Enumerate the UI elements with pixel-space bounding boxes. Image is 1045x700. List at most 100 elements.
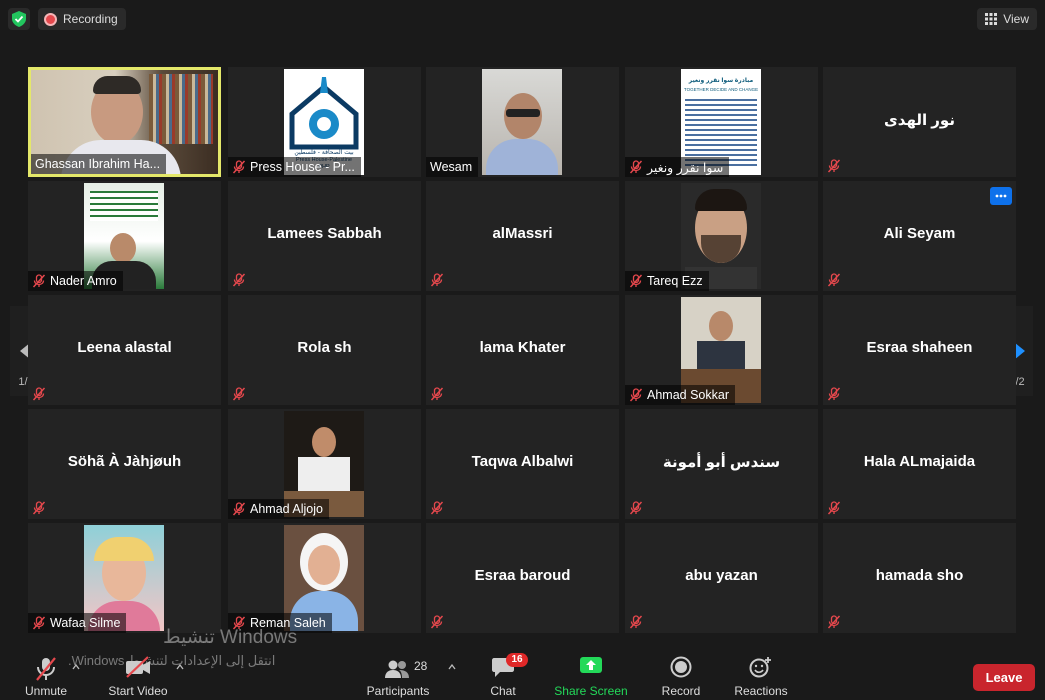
- participant-tile[interactable]: Tareq Ezz: [625, 181, 818, 291]
- participant-tile[interactable]: بيت الصحافة - فلسطينPress House-Palestin…: [228, 67, 421, 177]
- participant-tile[interactable]: نور الهدى: [823, 67, 1016, 177]
- muted-mic-icon: [827, 387, 843, 403]
- participant-name: Wesam: [430, 160, 473, 174]
- participant-name-label: Nader Amro: [28, 271, 123, 291]
- participant-tile[interactable]: Ali Seyam: [823, 181, 1016, 291]
- participant-name-label: Ahmad Aljojo: [228, 499, 329, 519]
- participant-tile[interactable]: مبادرة سوا نقرر ونغير TOGETHER DECIDE AND…: [625, 67, 818, 177]
- chevron-up-icon[interactable]: [176, 664, 184, 670]
- participant-name-label: Tareq Ezz: [625, 271, 709, 291]
- muted-mic-icon: [32, 616, 46, 630]
- participant-name-label: Wesam: [426, 157, 479, 177]
- participant-name-label: Wafaa Silme: [28, 613, 127, 633]
- chevron-up-icon[interactable]: [72, 664, 80, 670]
- participant-name: سوا نقرر ونغير: [647, 160, 724, 175]
- microphone-muted-icon: [36, 657, 56, 681]
- participants-icon: [385, 660, 409, 678]
- reactions-label: Reactions: [734, 684, 788, 698]
- participant-name: Tareq Ezz: [647, 274, 703, 288]
- participant-name-label: Ghassan Ibrahim Ha...: [31, 154, 167, 174]
- chevron-up-icon[interactable]: [448, 664, 456, 670]
- participants-label: Participants: [366, 684, 430, 698]
- participant-name: Lamees Sabbah: [267, 225, 382, 242]
- start-video-label: Start Video: [108, 684, 168, 698]
- participant-tile[interactable]: Leena alastal: [28, 295, 221, 405]
- share-screen-label: Share Screen: [554, 684, 628, 698]
- muted-mic-icon: [827, 501, 843, 517]
- participant-name: Wafaa Silme: [50, 616, 121, 630]
- record-button[interactable]: Record: [658, 650, 704, 700]
- participant-tile[interactable]: lama Khater: [426, 295, 619, 405]
- leave-button[interactable]: Leave: [973, 664, 1035, 691]
- participant-name-label: سوا نقرر ونغير: [625, 157, 730, 177]
- muted-mic-icon: [430, 387, 446, 403]
- unmute-button[interactable]: Unmute: [18, 650, 80, 700]
- muted-mic-icon: [827, 159, 843, 175]
- muted-mic-icon: [629, 160, 643, 174]
- participant-tile[interactable]: Ahmad Sokkar: [625, 295, 818, 405]
- participant-name: Rola sh: [297, 339, 352, 356]
- start-video-button[interactable]: Start Video: [104, 650, 184, 700]
- muted-mic-icon: [232, 502, 246, 516]
- video-camera-off-icon: [126, 656, 150, 678]
- muted-mic-icon: [32, 274, 46, 288]
- participant-name: Leena alastal: [77, 339, 172, 356]
- muted-mic-icon: [629, 388, 643, 402]
- meeting-toolbar: Unmute Start Video 28 Participants 16 Ch…: [0, 650, 1045, 700]
- participant-tile[interactable]: alMassri: [426, 181, 619, 291]
- participant-tile[interactable]: Rola sh: [228, 295, 421, 405]
- muted-mic-icon: [827, 273, 843, 289]
- participants-button[interactable]: 28 Participants: [362, 650, 456, 700]
- participant-tile[interactable]: Esraa shaheen: [823, 295, 1016, 405]
- muted-mic-icon: [32, 387, 48, 403]
- participant-name: hamada sho: [875, 567, 964, 584]
- share-screen-button[interactable]: Share Screen: [554, 650, 628, 700]
- participant-tile[interactable]: Hala ALmajaida: [823, 409, 1016, 519]
- reactions-button[interactable]: Reactions: [732, 650, 790, 700]
- participant-name: Press House - Pr...: [250, 160, 355, 174]
- participant-name: Ahmad Aljojo: [250, 502, 323, 516]
- muted-mic-icon: [232, 273, 248, 289]
- chat-button[interactable]: 16 Chat: [480, 650, 528, 700]
- participant-tile[interactable]: hamada sho: [823, 523, 1016, 633]
- participant-tile[interactable]: Reman Saleh: [228, 523, 421, 633]
- participant-tile[interactable]: Esraa baroud: [426, 523, 619, 633]
- security-shield-icon[interactable]: [8, 8, 30, 30]
- recording-indicator[interactable]: Recording: [38, 8, 126, 30]
- participant-name: Hala ALmajaida: [863, 453, 976, 470]
- participant-name: سندس أبو أمونة: [662, 454, 781, 471]
- participant-tile[interactable]: Söhã À Jàhjøuh: [28, 409, 221, 519]
- muted-mic-icon: [232, 387, 248, 403]
- participant-tile[interactable]: Taqwa Albalwi: [426, 409, 619, 519]
- muted-mic-icon: [629, 615, 645, 631]
- participant-name: Esraa baroud: [474, 567, 571, 584]
- muted-mic-icon: [629, 501, 645, 517]
- participant-tile[interactable]: abu yazan: [625, 523, 818, 633]
- record-dot-icon: [44, 12, 57, 26]
- participant-name: نور الهدى: [884, 112, 955, 129]
- participant-tile[interactable]: سندس أبو أمونة: [625, 409, 818, 519]
- participant-name: Söhã À Jàhjøuh: [67, 453, 182, 470]
- muted-mic-icon: [232, 160, 246, 174]
- participant-video: [482, 69, 562, 175]
- participant-tile[interactable]: Lamees Sabbah: [228, 181, 421, 291]
- participant-tile[interactable]: Ahmad Aljojo: [228, 409, 421, 519]
- participant-tile[interactable]: Wafaa Silme: [28, 523, 221, 633]
- participant-tile[interactable]: Ghassan Ibrahim Ha...: [28, 67, 221, 177]
- more-options-icon[interactable]: [990, 187, 1012, 205]
- top-bar: Recording View: [0, 0, 1045, 38]
- muted-mic-icon: [430, 273, 446, 289]
- muted-mic-icon: [430, 501, 446, 517]
- record-icon: [670, 656, 692, 678]
- share-screen-icon: [580, 657, 602, 673]
- record-label: Record: [661, 684, 701, 698]
- participant-tile[interactable]: Wesam: [426, 67, 619, 177]
- muted-mic-icon: [827, 615, 843, 631]
- participant-tile[interactable]: Nader Amro: [28, 181, 221, 291]
- reactions-smiley-icon: [749, 657, 771, 678]
- participants-count: 28: [414, 659, 428, 673]
- participant-name: Ghassan Ibrahim Ha...: [35, 157, 161, 171]
- view-label: View: [1003, 12, 1029, 26]
- view-button[interactable]: View: [977, 8, 1037, 30]
- participant-name: lama Khater: [479, 339, 566, 356]
